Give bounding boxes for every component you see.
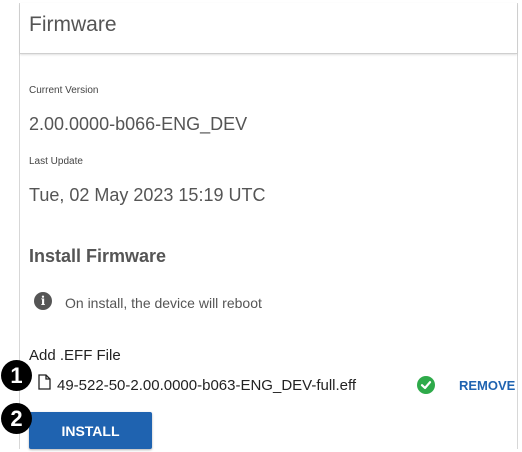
selected-file-name: 49-522-50-2.00.0000-b063-ENG_DEV-full.ef… [57,377,357,394]
firmware-panel: Firmware Current Version 2.00.0000-b066-… [19,3,518,449]
check-circle-icon [417,376,435,394]
remove-file-button[interactable]: REMOVE [459,378,515,393]
panel-header: Firmware [20,3,517,54]
install-button[interactable]: INSTALL [29,412,152,449]
callout-badge-1: 1 [1,360,32,391]
callout-badge-2: 2 [1,403,32,434]
current-version-value: 2.00.0000-b066-ENG_DEV [29,114,248,134]
info-icon: i [34,292,52,310]
reboot-notice: On install, the device will reboot [65,295,262,311]
current-version-label: Current Version [29,85,99,96]
last-update-value: Tue, 02 May 2023 15:19 UTC [29,185,266,205]
install-firmware-heading: Install Firmware [29,246,167,266]
add-eff-file-label: Add .EFF File [29,347,121,364]
file-icon [38,374,51,390]
panel-title: Firmware [29,13,117,36]
last-update-label: Last Update [29,156,83,167]
